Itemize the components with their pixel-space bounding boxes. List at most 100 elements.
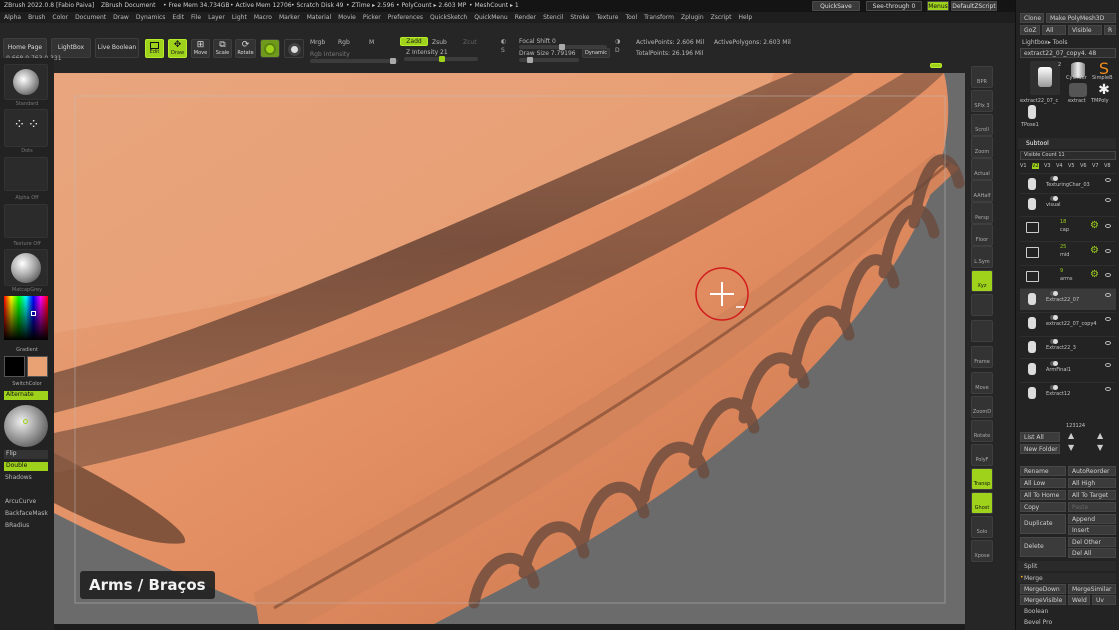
eye-icon[interactable] (1105, 363, 1111, 367)
shelf-button-floor[interactable]: Floor (971, 224, 993, 246)
menu-marker[interactable]: Marker (279, 12, 300, 21)
menu-picker[interactable]: Picker (363, 12, 381, 21)
all-high-button[interactable]: All High (1068, 478, 1116, 488)
visibility-set-v5[interactable]: V5 (1068, 163, 1075, 169)
polypaint-toggle[interactable] (1050, 315, 1058, 320)
mergedown-button[interactable]: MergeDown (1020, 584, 1066, 594)
live-boolean-button[interactable]: Live Boolean (95, 38, 139, 58)
insert-button[interactable]: Insert (1068, 525, 1116, 535)
menu-quicksketch[interactable]: QuickSketch (430, 12, 467, 21)
menu-transform[interactable]: Transform (644, 12, 674, 21)
shelf-button-scroll[interactable]: Scroll (971, 114, 993, 136)
visible-count-slider[interactable]: Visible Count 11 (1020, 151, 1116, 160)
flip-button[interactable]: Flip (4, 450, 48, 459)
new-folder-button[interactable]: New Folder (1020, 444, 1060, 454)
split-header[interactable]: Split (1018, 561, 1116, 571)
move-mode-button[interactable]: ⊞ Move (191, 39, 210, 58)
shadows-button[interactable]: Shadows (5, 474, 32, 481)
weld-button[interactable]: Weld (1068, 595, 1090, 605)
menu-macro[interactable]: Macro (254, 12, 272, 21)
rgb-intensity-slider[interactable]: Rgb Intensity (310, 51, 350, 58)
rgb-toggle[interactable]: Rgb (338, 39, 350, 46)
all-button[interactable]: All (1042, 25, 1066, 35)
rename-button[interactable]: Rename (1020, 466, 1066, 476)
append-button[interactable]: Append (1068, 514, 1116, 524)
alternate-toggle[interactable]: Alternate (4, 391, 48, 400)
texture-slot[interactable] (4, 204, 48, 238)
double-toggle[interactable]: Double (4, 462, 48, 471)
all-to-home-button[interactable]: All To Home (1020, 490, 1066, 500)
menu-material[interactable]: Material (307, 12, 331, 21)
polypaint-toggle[interactable] (1050, 176, 1058, 181)
subtool-row[interactable]: Extract22_07 (1020, 288, 1116, 310)
polypaint-toggle[interactable] (1050, 361, 1058, 366)
shelf-button-l-sym[interactable]: L.Sym (971, 246, 993, 268)
z-intensity-label[interactable]: Z Intensity 21 (406, 49, 448, 56)
menus-toggle[interactable]: Menus (927, 1, 949, 11)
tool-thumb-current[interactable] (1030, 61, 1060, 95)
del-all-button[interactable]: Del All (1068, 548, 1116, 558)
eye-icon[interactable] (1105, 198, 1111, 202)
zcut-toggle[interactable]: Zcut (463, 39, 477, 46)
shelf-button-actual[interactable]: Actual (971, 158, 993, 180)
polypaint-toggle[interactable] (1050, 385, 1058, 390)
arrow-up-icon[interactable]: ▲ (1068, 431, 1080, 440)
eye-icon[interactable] (1105, 293, 1111, 297)
menu-movie[interactable]: Movie (338, 12, 356, 21)
visibility-set-v6[interactable]: V6 (1080, 163, 1087, 169)
zsub-toggle[interactable]: Zsub (432, 39, 447, 46)
polypaint-toggle[interactable] (1050, 291, 1058, 296)
visibility-set-v7[interactable]: V7 (1092, 163, 1099, 169)
menu-render[interactable]: Render (515, 12, 536, 21)
shelf-button-transp[interactable]: Transp (971, 468, 993, 490)
all-to-target-button[interactable]: All To Target (1068, 490, 1116, 500)
menu-dynamics[interactable]: Dynamics (136, 12, 166, 21)
visibility-set-v1[interactable]: V1 (1020, 163, 1027, 169)
color-cursor[interactable] (31, 311, 36, 316)
visibility-set-v3[interactable]: V3 (1044, 163, 1051, 169)
eye-icon[interactable] (1105, 273, 1111, 277)
shelf-button-frame[interactable]: Frame (971, 346, 993, 368)
del-other-button[interactable]: Del Other (1068, 537, 1116, 547)
rotate-mode-button[interactable]: ⟳ Rotate (235, 39, 256, 58)
focal-shift-label[interactable]: Focal Shift 0 (519, 38, 556, 45)
alpha-slot[interactable] (4, 157, 48, 191)
secondary-color-swatch[interactable] (27, 356, 48, 377)
shelf-button-spix-3[interactable]: SPix 3 (971, 90, 993, 112)
mrgb-toggle[interactable]: Mrgb (310, 39, 325, 46)
brush-slot[interactable] (4, 64, 48, 100)
shelf-button-zoomd[interactable]: ZoomD (971, 396, 993, 418)
rgb-intensity-track[interactable] (310, 58, 398, 64)
menu-file[interactable]: File (191, 12, 201, 21)
copy-button[interactable]: Copy (1020, 502, 1066, 512)
eye-icon[interactable] (1105, 178, 1111, 182)
eye-icon[interactable] (1105, 249, 1111, 253)
eye-icon[interactable] (1105, 387, 1111, 391)
menu-layer[interactable]: Layer (208, 12, 225, 21)
shelf-button-bpr[interactable]: BPR (971, 66, 993, 88)
bevel-pro-section[interactable]: Bevel Pro (1024, 619, 1052, 626)
stroke-slot[interactable]: ⁘ ⁘ (4, 109, 48, 147)
subtool-row[interactable]: mid 25 ⚙ (1020, 241, 1116, 263)
star-tool-icon[interactable]: ✱ (1095, 82, 1113, 98)
menu-tool[interactable]: Tool (625, 12, 637, 21)
arrow-down-icon[interactable]: ▼ (1068, 443, 1080, 452)
menu-help[interactable]: Help (738, 12, 752, 21)
r-button[interactable]: R (1104, 25, 1116, 35)
merge-header[interactable]: • Merge (1018, 573, 1116, 583)
scale-mode-button[interactable]: ⧉ Scale (213, 39, 232, 58)
shelf-button-rotate[interactable]: Rotate (971, 420, 993, 442)
menu-zplugin[interactable]: Zplugin (681, 12, 704, 21)
subtool-row[interactable]: Extract22_3 (1020, 336, 1116, 358)
eye-icon[interactable] (1105, 317, 1111, 321)
eye-icon[interactable] (1105, 341, 1111, 345)
bradius-button[interactable]: BRadius (5, 522, 29, 529)
color-picker[interactable] (4, 296, 48, 340)
visible-button[interactable]: Visible (1068, 25, 1102, 35)
shelf-button-icon-11[interactable] (971, 320, 993, 342)
subtool-row[interactable]: ArmFinal1 (1020, 358, 1116, 380)
mergesimilar-button[interactable]: MergeSimilar (1068, 584, 1116, 594)
polypaint-toggle[interactable] (1050, 339, 1058, 344)
shelf-button-move[interactable]: Move (971, 372, 993, 394)
menu-edit[interactable]: Edit (172, 12, 184, 21)
